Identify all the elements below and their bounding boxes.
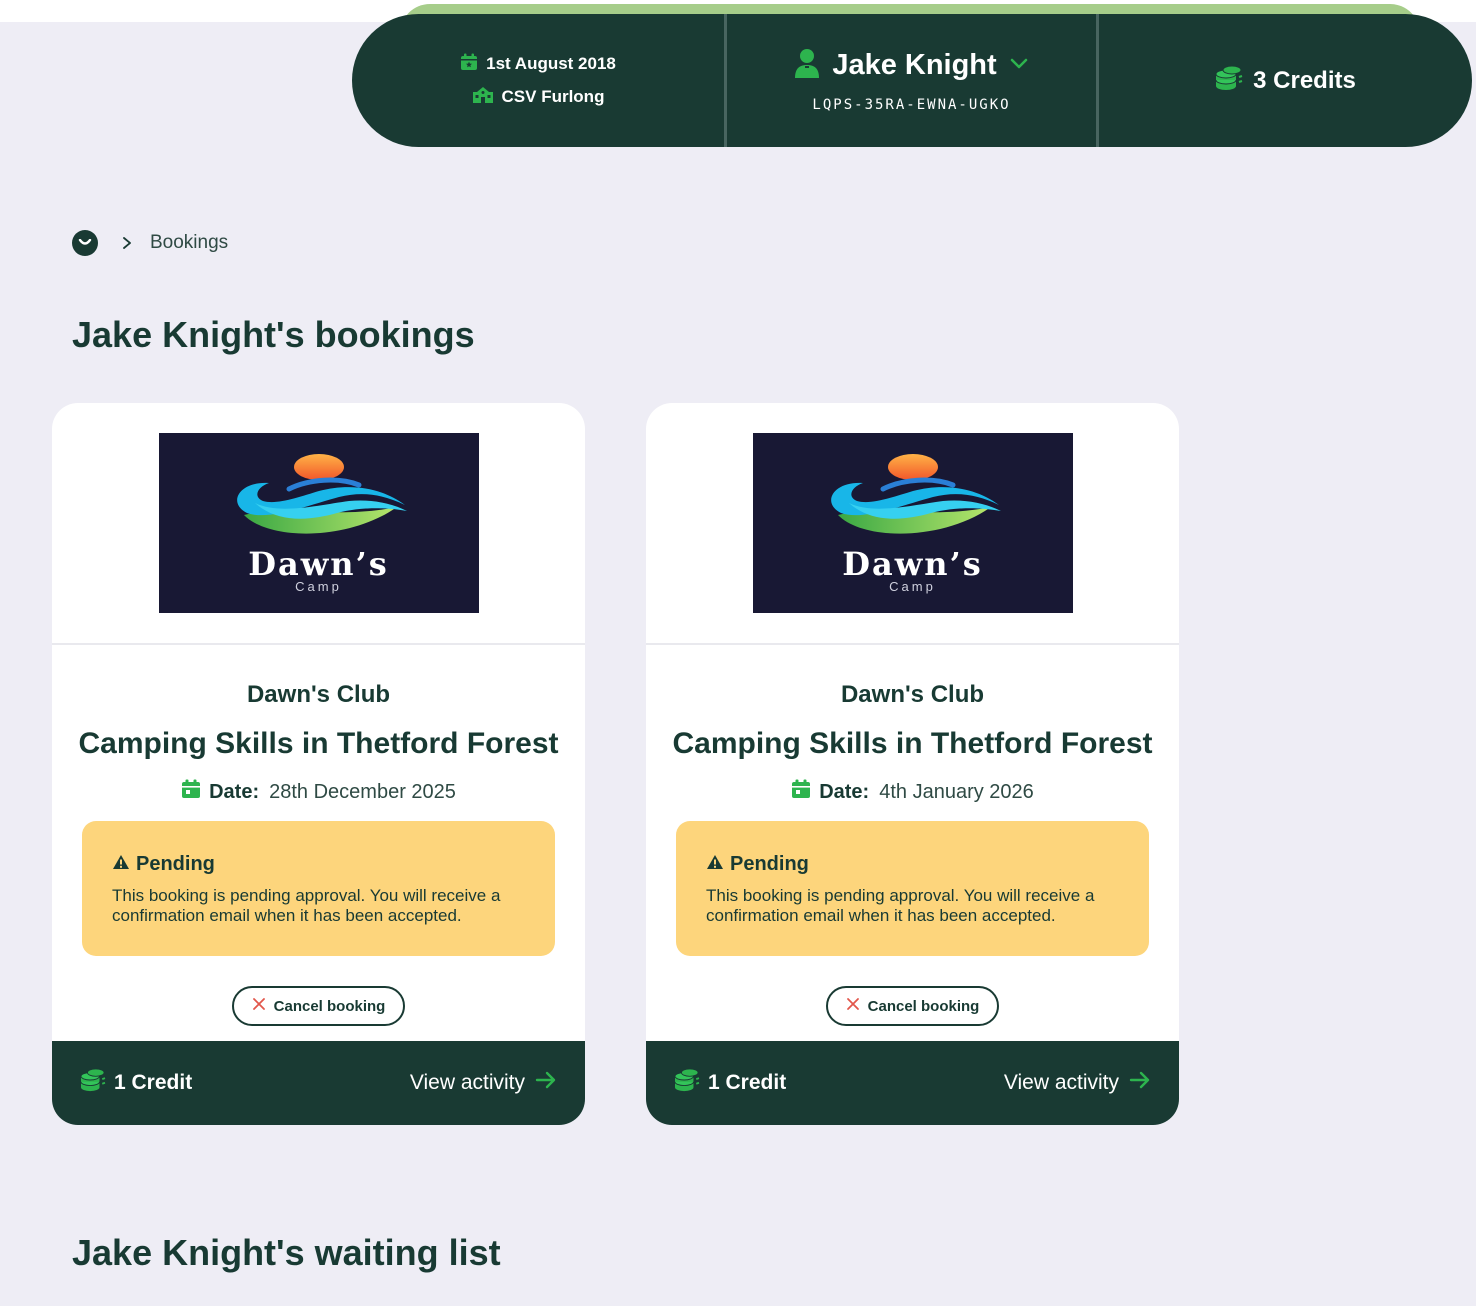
header-date-row: 1st August 2018	[460, 53, 616, 76]
club-logo-title: Dawn’s	[842, 545, 983, 583]
close-icon	[252, 997, 266, 1015]
warning-icon	[112, 853, 130, 876]
pending-title-row: Pending	[112, 853, 525, 876]
club-name: Dawn's Club	[246, 681, 391, 708]
arrow-right-icon	[535, 1071, 557, 1095]
calendar-icon	[181, 779, 201, 805]
chevron-right-icon	[122, 236, 132, 250]
pending-notice: Pending This booking is pending approval…	[676, 821, 1149, 956]
calendar-icon	[791, 779, 811, 805]
calendar-icon	[460, 53, 478, 76]
date-label: Date:	[819, 780, 870, 803]
pending-title: Pending	[136, 853, 215, 875]
cancel-booking-label: Cancel booking	[867, 997, 980, 1015]
view-activity-link[interactable]: View activity	[1004, 1071, 1151, 1095]
booking-date-row: Date: 28th December 2025	[52, 779, 585, 805]
view-activity-label: View activity	[1003, 1071, 1119, 1094]
header-credits: 3 Credits	[1099, 14, 1472, 147]
booking-card: Dawn’s Camp Dawn's Club Camping Skills i…	[646, 403, 1179, 1125]
school-icon	[472, 86, 494, 109]
coins-icon	[80, 1068, 106, 1098]
booking-image-area: Dawn’s Camp	[646, 403, 1179, 645]
booking-image-area: Dawn’s Camp	[52, 403, 585, 645]
activity-name: Camping Skills in Thetford Forest	[672, 727, 1153, 760]
breadcrumb: Bookings	[72, 230, 228, 256]
booking-card-footer: 1 Credit View activity	[52, 1041, 585, 1125]
smile-icon	[78, 234, 92, 252]
breadcrumb-current: Bookings	[150, 232, 229, 253]
pending-message: This booking is pending approval. You wi…	[706, 886, 1095, 925]
user-code: LQPS-35RA-EWNA-UGKO	[812, 97, 1011, 113]
waiting-list-title: Jake Knight's waiting list	[72, 1232, 501, 1273]
arrow-right-icon	[1129, 1071, 1151, 1095]
booking-date-row: Date: 4th January 2026	[646, 779, 1179, 805]
warning-icon	[706, 853, 724, 876]
header-date: 1st August 2018	[486, 54, 616, 73]
breadcrumb-home[interactable]	[72, 230, 98, 256]
pending-message: This booking is pending approval. You wi…	[112, 886, 501, 925]
close-icon	[846, 997, 860, 1015]
coins-icon	[1215, 65, 1243, 96]
booking-credit: 1 Credit	[674, 1068, 786, 1098]
page-title: Jake Knight's bookings	[72, 314, 475, 355]
user-switcher-row[interactable]: Jake Knight	[794, 48, 1028, 83]
club-logo-subtitle: Camp	[889, 579, 936, 594]
pending-title-row: Pending	[706, 853, 1119, 876]
cancel-booking-button[interactable]: Cancel booking	[231, 986, 406, 1026]
header-organisation: CSV Furlong	[501, 87, 605, 106]
date-value: 28th December 2025	[269, 780, 456, 803]
booking-credit-label: 1 Credit	[708, 1071, 787, 1094]
date-label: Date:	[209, 780, 260, 803]
club-logo-subtitle: Camp	[295, 579, 342, 594]
header-context: 1st August 2018 CSV Furlong	[352, 14, 724, 147]
activity-name: Camping Skills in Thetford Forest	[78, 727, 559, 760]
cancel-wrap: Cancel booking	[52, 986, 585, 1026]
booking-credit: 1 Credit	[80, 1068, 192, 1098]
date-value: 4th January 2026	[879, 780, 1034, 803]
pending-notice: Pending This booking is pending approval…	[82, 821, 555, 956]
coins-icon	[674, 1068, 700, 1098]
chevron-down-icon[interactable]	[1009, 56, 1029, 75]
booking-card: Dawn’s Camp Dawn's Club Camping Skills i…	[52, 403, 585, 1125]
booking-card-footer: 1 Credit View activity	[646, 1041, 1179, 1125]
cancel-wrap: Cancel booking	[646, 986, 1179, 1026]
club-logo: Dawn’s Camp	[752, 433, 1073, 613]
cancel-booking-label: Cancel booking	[273, 997, 386, 1015]
view-activity-link[interactable]: View activity	[410, 1071, 557, 1095]
view-activity-label: View activity	[409, 1071, 525, 1094]
header-org-row: CSV Furlong	[472, 86, 605, 109]
user-switcher[interactable]: Jake Knight LQPS-35RA-EWNA-UGKO	[724, 14, 1099, 147]
account-header: 1st August 2018 CSV Furlong Jake Knight …	[352, 14, 1472, 147]
club-name: Dawn's Club	[840, 681, 985, 708]
booking-credit-label: 1 Credit	[114, 1071, 193, 1094]
club-logo-title: Dawn’s	[248, 545, 389, 583]
user-icon	[794, 48, 820, 83]
user-name: Jake Knight	[832, 49, 997, 81]
header-credits-count: 3 Credits	[1253, 66, 1356, 94]
pending-title: Pending	[730, 853, 809, 875]
club-logo: Dawn’s Camp	[158, 433, 479, 613]
cancel-booking-button[interactable]: Cancel booking	[825, 986, 1000, 1026]
